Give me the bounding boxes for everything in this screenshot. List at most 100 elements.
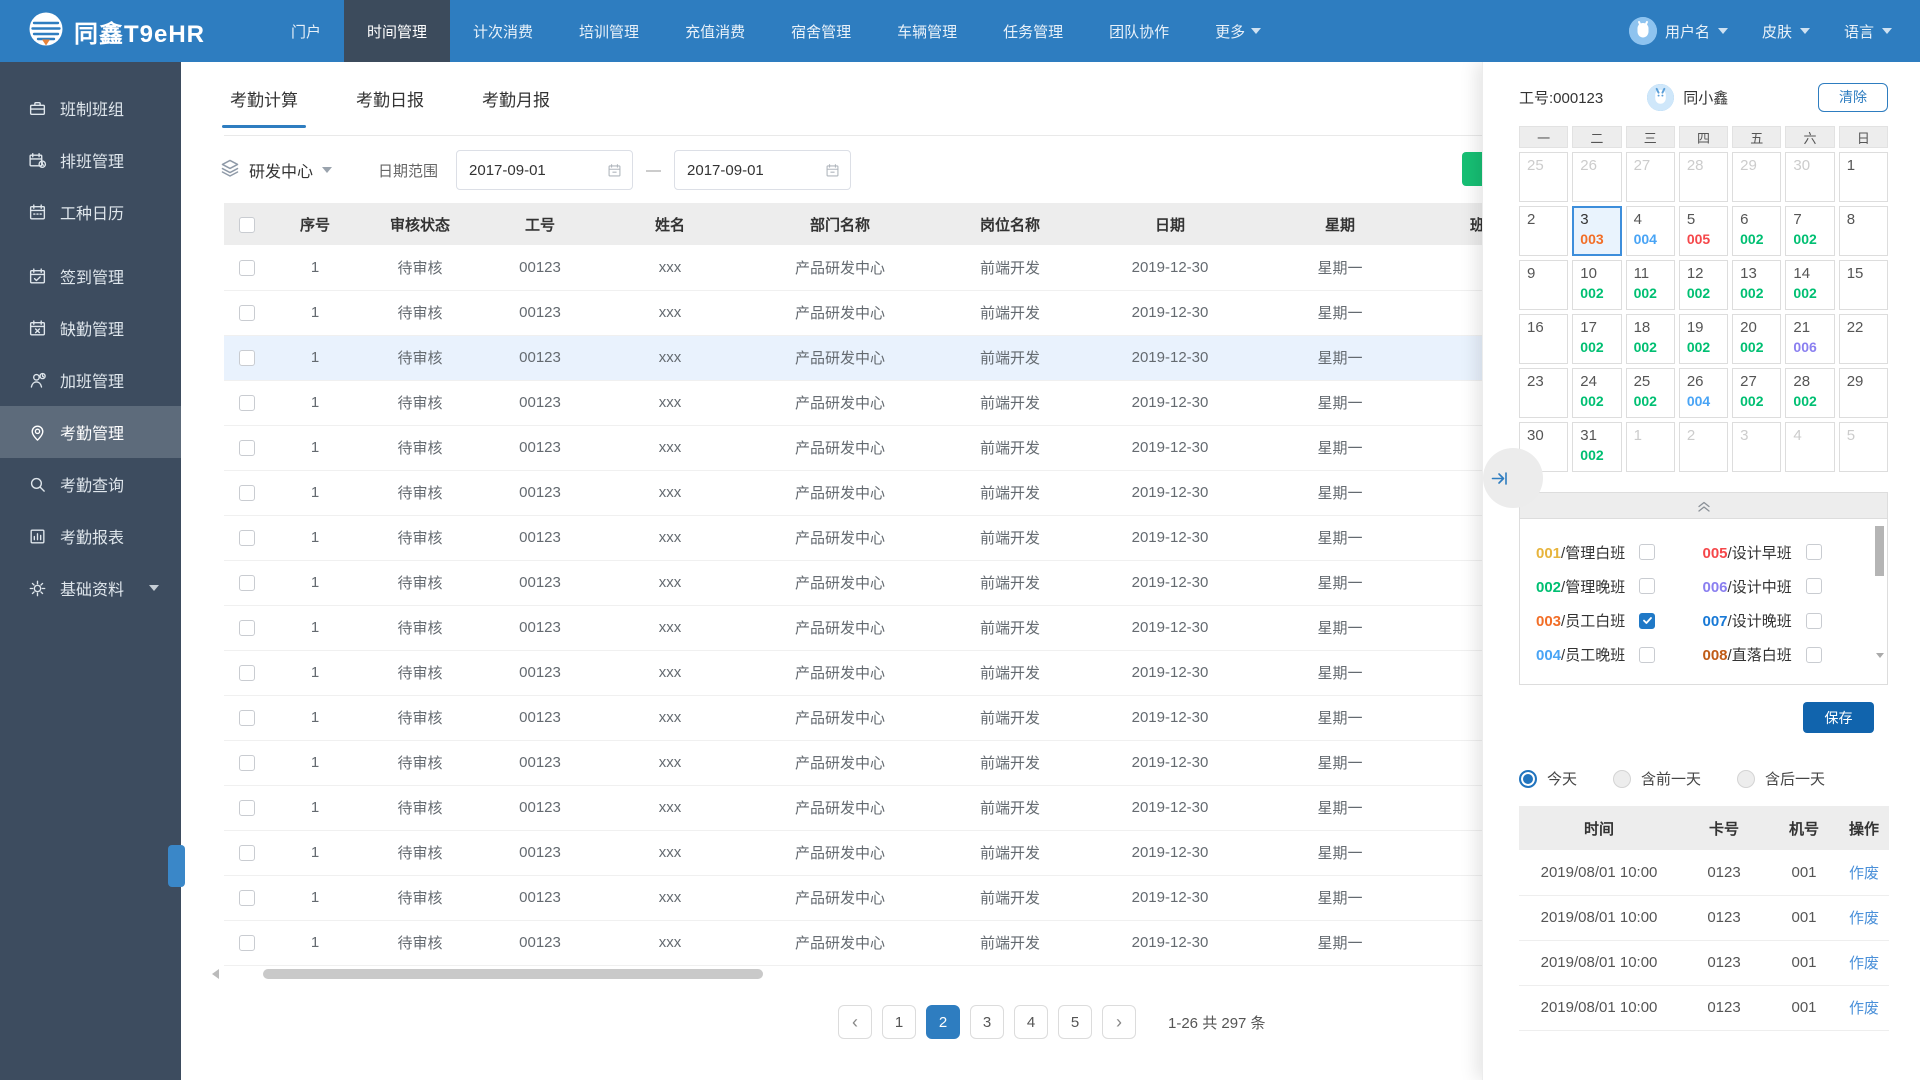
calendar-day[interactable]: 1 — [1625, 422, 1675, 472]
sidebar-item-7[interactable]: 考勤管理 — [0, 406, 181, 458]
checkbox[interactable] — [1805, 612, 1822, 629]
checkbox[interactable] — [239, 485, 255, 502]
date-to-field[interactable] — [674, 150, 852, 190]
drawer-handle[interactable] — [168, 845, 185, 887]
table-row[interactable]: 1待审核00123xxx产品研发中心前端开发2019-12-30星期一001 — [224, 515, 1580, 561]
checkbox[interactable] — [1639, 612, 1656, 629]
nav-item-8[interactable]: 任务管理 — [980, 0, 1086, 62]
save-button[interactable]: 保存 — [1803, 702, 1874, 733]
calendar-day[interactable]: 27 002 — [1732, 368, 1782, 418]
calendar-day[interactable]: 18 002 — [1625, 314, 1675, 364]
calendar-day[interactable]: 22 — [1838, 314, 1888, 364]
calendar-day[interactable]: 29 — [1732, 152, 1782, 202]
calendar-day[interactable]: 15 — [1838, 260, 1888, 310]
page-button-2[interactable]: 2 — [926, 1005, 960, 1039]
calendar-day[interactable]: 31 002 — [1572, 422, 1622, 472]
table-row[interactable]: 1待审核00123xxx产品研发中心前端开发2019-12-30星期一001 — [224, 245, 1580, 291]
scroll-down-icon[interactable] — [1876, 653, 1884, 658]
checkbox[interactable] — [1805, 544, 1822, 561]
radio-option-1[interactable]: 今天 — [1519, 768, 1577, 789]
checkbox[interactable] — [239, 350, 255, 367]
calendar-day[interactable]: 8 — [1838, 206, 1888, 256]
checkbox[interactable] — [1639, 544, 1656, 561]
sidebar-item-9[interactable]: 考勤报表 — [0, 510, 181, 562]
scrollbar-thumb[interactable] — [263, 969, 763, 979]
calendar-day[interactable]: 5 005 — [1678, 206, 1729, 256]
calendar-day[interactable]: 2 — [1519, 206, 1569, 256]
tab-1[interactable]: 考勤计算 — [222, 86, 306, 128]
calendar-day[interactable]: 4 004 — [1625, 206, 1675, 256]
checkbox[interactable] — [1805, 578, 1822, 595]
calendar-day[interactable]: 28 — [1678, 152, 1729, 202]
calendar-day[interactable]: 26 — [1572, 152, 1622, 202]
sidebar-item-6[interactable]: 加班管理 — [0, 354, 181, 406]
sidebar-item-1[interactable]: 班制班组 — [0, 82, 181, 134]
page-button-3[interactable]: 3 — [970, 1005, 1004, 1039]
checkbox[interactable] — [239, 395, 255, 412]
calendar-day[interactable]: 10 002 — [1572, 260, 1622, 310]
nav-item-6[interactable]: 宿舍管理 — [768, 0, 874, 62]
page-button-4[interactable]: 4 — [1014, 1005, 1048, 1039]
table-row[interactable]: 1待审核00123xxx产品研发中心前端开发2019-12-30星期一001 — [224, 875, 1580, 921]
calendar-day[interactable]: 17 002 — [1572, 314, 1622, 364]
checkbox[interactable] — [239, 440, 255, 457]
calendar-day[interactable]: 26 004 — [1678, 368, 1729, 418]
calendar-day[interactable]: 21 006 — [1785, 314, 1835, 364]
table-row[interactable]: 1待审核00123xxx产品研发中心前端开发2019-12-30星期一001 — [224, 290, 1580, 336]
calendar-day[interactable]: 23 — [1519, 368, 1569, 418]
language-menu[interactable]: 语言 — [1844, 21, 1892, 42]
table-row[interactable]: 1待审核00123xxx产品研发中心前端开发2019-12-30星期一001 — [224, 380, 1580, 426]
date-from-input[interactable] — [469, 161, 600, 179]
checkbox[interactable] — [239, 665, 255, 682]
calendar-day[interactable]: 30 — [1785, 152, 1835, 202]
table-row[interactable]: 1待审核00123xxx产品研发中心前端开发2019-12-30星期一001 — [224, 605, 1580, 651]
shift-collapse-bar[interactable] — [1519, 492, 1888, 519]
page-button-5[interactable]: 5 — [1058, 1005, 1092, 1039]
panel-collapse-handle[interactable] — [1483, 448, 1543, 508]
checkbox[interactable] — [239, 845, 255, 862]
calendar-day[interactable]: 9 — [1519, 260, 1569, 310]
calendar-day[interactable]: 4 — [1785, 422, 1835, 472]
calendar-day[interactable]: 29 — [1838, 368, 1888, 418]
checkbox[interactable] — [239, 710, 255, 727]
prev-page-button[interactable]: ‹ — [838, 1005, 872, 1039]
checkbox[interactable] — [239, 935, 255, 952]
calendar-day[interactable]: 7 002 — [1785, 206, 1835, 256]
sidebar-item-5[interactable]: 缺勤管理 — [0, 302, 181, 354]
radio-option-3[interactable]: 含后一天 — [1737, 768, 1825, 789]
sidebar-item-3[interactable]: 工种日历 — [0, 186, 181, 238]
calendar-day[interactable]: 27 — [1625, 152, 1675, 202]
scroll-left-icon[interactable] — [212, 969, 219, 979]
calendar-day[interactable]: 24 002 — [1572, 368, 1622, 418]
tab-2[interactable]: 考勤日报 — [350, 86, 430, 128]
calendar-day[interactable]: 1 — [1838, 152, 1888, 202]
nav-item-9[interactable]: 团队协作 — [1086, 0, 1192, 62]
shift-option[interactable]: 002/管理晚班 — [1536, 569, 1695, 603]
nav-item-4[interactable]: 培训管理 — [556, 0, 662, 62]
checkbox[interactable] — [239, 216, 255, 233]
void-link[interactable]: 作废 — [1849, 865, 1879, 882]
tab-3[interactable]: 考勤月报 — [476, 86, 556, 128]
void-link[interactable]: 作废 — [1849, 1000, 1879, 1017]
shift-option[interactable]: 003/员工白班 — [1536, 604, 1695, 638]
clear-button[interactable]: 清除 — [1818, 82, 1888, 112]
calendar-day[interactable]: 2 — [1678, 422, 1729, 472]
checkbox[interactable] — [1805, 646, 1822, 663]
nav-item-2[interactable]: 时间管理 — [344, 0, 451, 62]
calendar-day[interactable]: 11 002 — [1625, 260, 1675, 310]
calendar-day[interactable]: 6 002 — [1732, 206, 1782, 256]
nav-item-5[interactable]: 充值消费 — [662, 0, 768, 62]
date-from-field[interactable] — [456, 150, 634, 190]
checkbox[interactable] — [239, 575, 255, 592]
checkbox[interactable] — [239, 305, 255, 322]
checkbox[interactable] — [1639, 646, 1656, 663]
nav-item-3[interactable]: 计次消费 — [450, 0, 556, 62]
table-row[interactable]: 1待审核00123xxx产品研发中心前端开发2019-12-30星期一001 — [224, 785, 1580, 831]
checkbox[interactable] — [239, 620, 255, 637]
calendar-day[interactable]: 5 — [1838, 422, 1888, 472]
calendar-day[interactable]: 25 — [1519, 152, 1569, 202]
date-to-input[interactable] — [687, 161, 818, 179]
calendar-day[interactable]: 3 003 — [1572, 206, 1622, 256]
shift-option[interactable]: 001/管理白班 — [1536, 535, 1695, 569]
nav-item-10[interactable]: 更多 — [1192, 0, 1284, 62]
